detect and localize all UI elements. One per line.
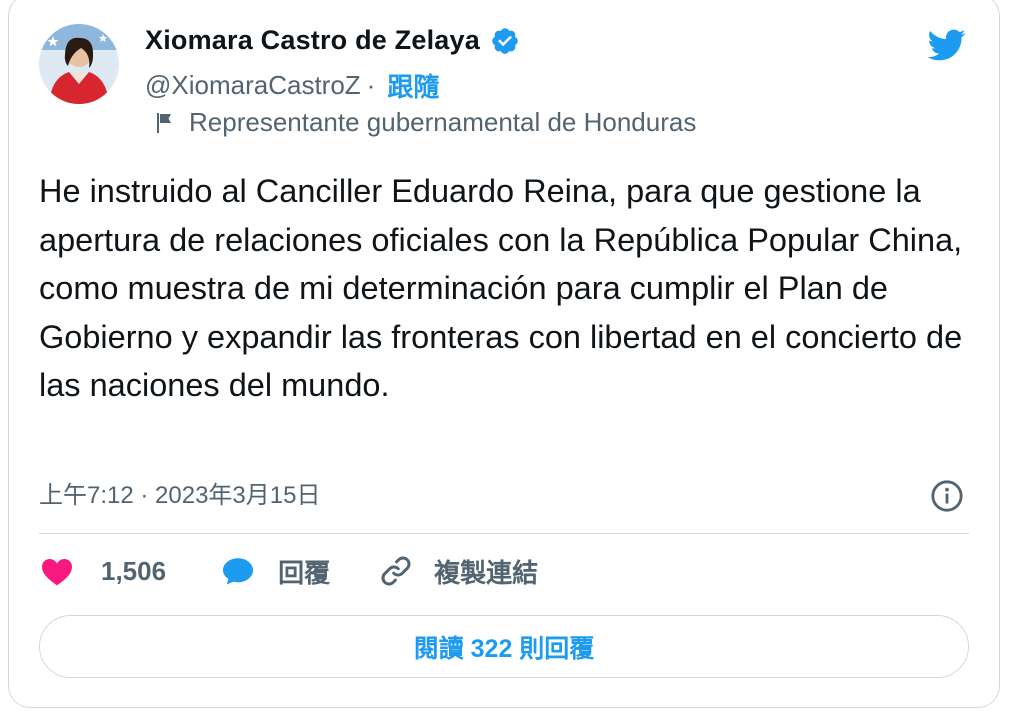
reply-bubble-icon: [223, 558, 254, 585]
author-name[interactable]: Xiomara Castro de Zelaya: [145, 25, 480, 56]
tweet-card: Xiomara Castro de Zelaya @XiomaraCastroZ…: [8, 0, 1000, 708]
heart-icon: [42, 559, 72, 586]
tweet-text: He instruido al Canciller Eduardo Reina,…: [39, 173, 963, 403]
account-label: Representante gubernamental de Honduras: [189, 107, 697, 137]
copy-link-label: 複製連結: [434, 557, 539, 588]
info-icon[interactable]: [930, 479, 964, 513]
author-handle[interactable]: @XiomaraCastroZ: [145, 70, 361, 101]
link-icon: [381, 556, 411, 586]
copy-link-button[interactable]: 複製連結: [378, 553, 538, 590]
verified-badge-icon: [492, 27, 518, 54]
reply-label: 回覆: [278, 557, 331, 588]
tweet-timestamp[interactable]: 上午7:12 · 2023年3月15日: [39, 475, 320, 510]
twitter-bird-icon[interactable]: [923, 25, 969, 65]
reply-button[interactable]: 回覆: [220, 553, 330, 590]
like-button[interactable]: 1,506: [39, 553, 166, 589]
read-replies-button[interactable]: 閱讀 322 則回覆: [39, 615, 969, 678]
divider: [39, 533, 969, 534]
account-label-row: Representante gubernamental de Honduras: [153, 107, 696, 138]
author-name-row: Xiomara Castro de Zelaya: [145, 25, 520, 56]
separator-dot: ·: [366, 70, 376, 100]
like-count: 1,506: [101, 555, 167, 586]
author-handle-row: @XiomaraCastroZ · 跟隨: [145, 67, 439, 104]
action-bar: 1,506 回覆 複製連結: [39, 547, 538, 595]
avatar[interactable]: [39, 24, 119, 104]
flag-icon: [157, 112, 171, 133]
follow-button[interactable]: 跟隨: [387, 67, 439, 104]
